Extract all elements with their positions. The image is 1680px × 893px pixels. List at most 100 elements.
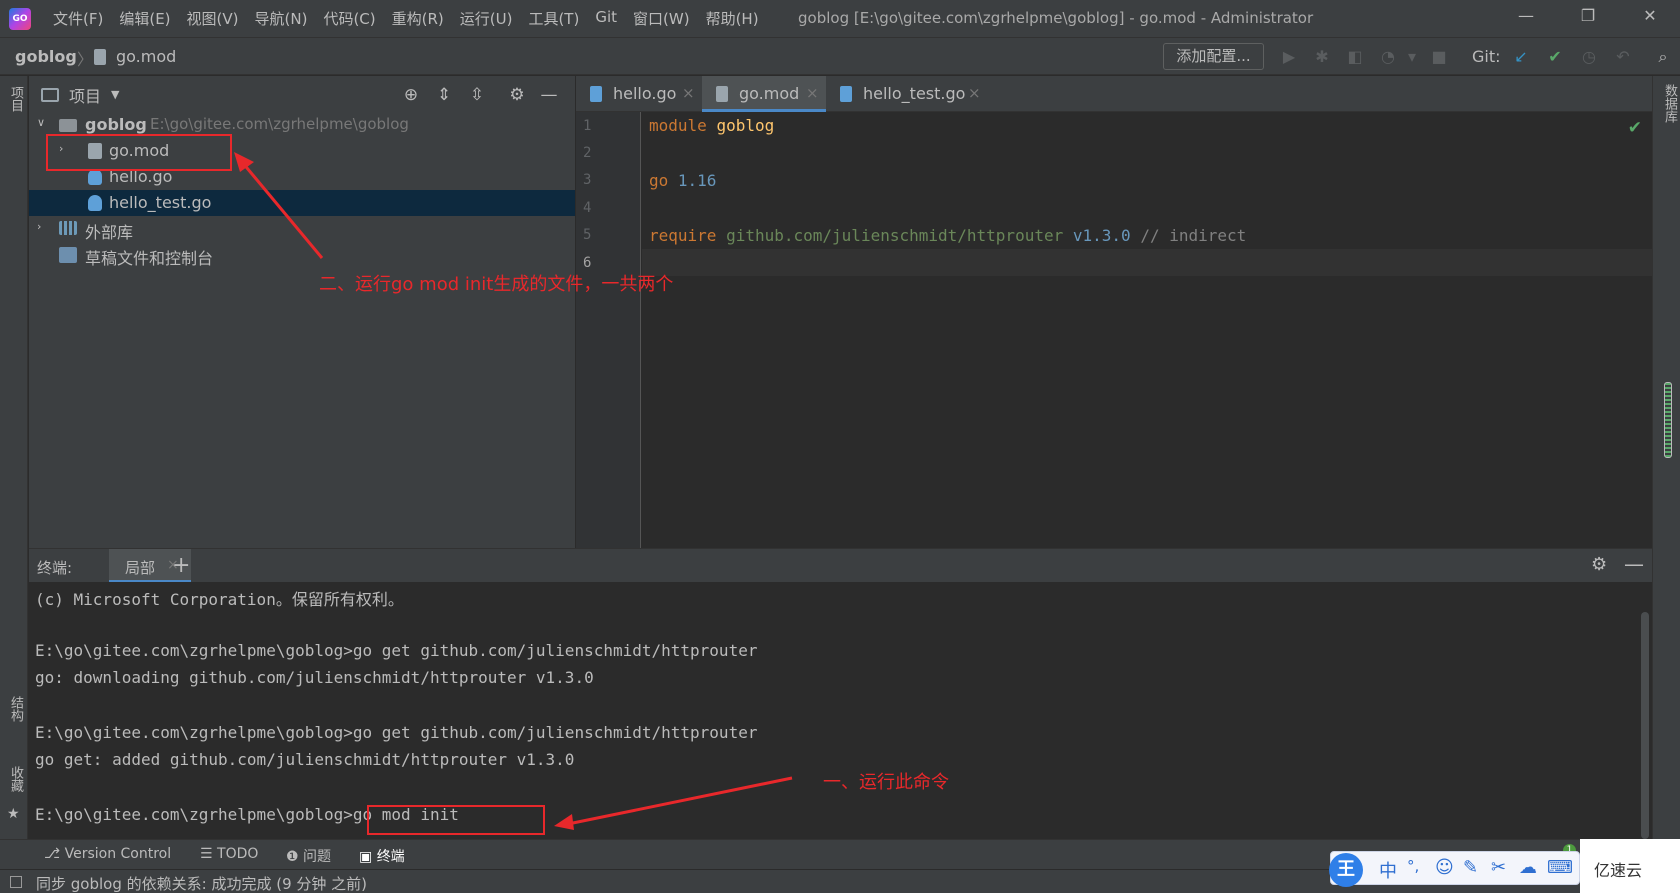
keyword-require: require — [649, 226, 717, 245]
menu-navigate[interactable]: 导航(N) — [247, 8, 316, 29]
gear-icon[interactable]: ⚙ — [1591, 554, 1607, 575]
menu-tools[interactable]: 工具(T) — [520, 8, 587, 29]
go-test-file-icon — [840, 86, 852, 102]
menu-code[interactable]: 代码(C) — [315, 8, 383, 29]
profile-icon[interactable]: ◔ — [1377, 46, 1399, 68]
list-icon: ☰ — [200, 846, 218, 862]
rollback-icon[interactable]: ↶ — [1612, 46, 1634, 68]
expand-all-icon[interactable]: ⇕ — [433, 84, 455, 106]
database-tool-button[interactable]: 数据库 — [1657, 84, 1679, 123]
go-file-icon — [88, 169, 102, 185]
menu-help[interactable]: 帮助(H) — [698, 8, 767, 29]
chevron-down-icon[interactable]: ▾ — [1401, 46, 1423, 68]
tree-item-label: 草稿文件和控制台 — [85, 249, 214, 268]
gomod-file-icon — [716, 86, 728, 102]
library-icon — [59, 221, 77, 235]
current-line-highlight — [642, 249, 1652, 276]
keyboard-icon[interactable]: ⌨ — [1547, 857, 1573, 878]
memory-indicator — [1664, 382, 1672, 458]
terminal-output[interactable]: (c) Microsoft Corporation。保留所有权利。 E:\go\… — [29, 582, 1652, 839]
code-line-5: require github.com/julienschmidt/httprou… — [649, 226, 1246, 245]
close-icon[interactable]: × — [806, 84, 819, 102]
annotation-arrow — [554, 776, 793, 830]
right-tool-stripe: 数据库 — [1652, 76, 1680, 846]
menu-edit[interactable]: 编辑(E) — [111, 8, 178, 29]
code-comment: // indirect — [1140, 226, 1247, 245]
breadcrumb-project[interactable]: goblog — [15, 47, 77, 66]
emoji-icon[interactable]: ☺ — [1435, 857, 1454, 878]
breadcrumb-separator-icon: 〉 — [77, 50, 94, 69]
handwriting-icon[interactable]: ✎ — [1463, 857, 1478, 878]
stop-icon[interactable]: ■ — [1428, 46, 1450, 68]
coverage-icon[interactable]: ◧ — [1344, 46, 1366, 68]
gear-icon[interactable]: ⚙ — [506, 84, 528, 106]
tab-hello-go[interactable]: hello.go × — [576, 76, 702, 112]
code-editor[interactable]: 1 2 3 4 5 6 module goblog go 1.16 requir… — [576, 112, 1652, 548]
ime-logo-icon[interactable]: 王 — [1329, 853, 1363, 887]
structure-tool-button[interactable]: 结构 — [3, 696, 25, 722]
add-terminal-icon[interactable]: + — [172, 553, 190, 578]
project-view-selector[interactable]: 项目 — [69, 83, 101, 107]
menu-git[interactable]: Git — [587, 8, 625, 29]
search-icon[interactable]: ⌕ — [1652, 46, 1674, 68]
chevron-down-icon[interactable]: ∨ — [37, 116, 45, 129]
watermark-text: 亿速云 — [1594, 861, 1643, 880]
close-icon[interactable]: × — [968, 84, 981, 102]
locate-file-icon[interactable]: ⊕ — [400, 84, 422, 106]
menu-view[interactable]: 视图(V) — [179, 8, 247, 29]
chevron-down-icon[interactable]: ▼ — [111, 88, 119, 101]
hide-panel-icon[interactable]: — — [1624, 552, 1644, 576]
keyword-module: module — [649, 116, 707, 135]
terminal-scrollbar[interactable] — [1641, 612, 1649, 839]
todo-tool-button[interactable]: ☰ TODO — [200, 846, 258, 862]
terminal-line: E:\go\gitee.com\zgrhelpme\goblog>go get … — [35, 723, 758, 742]
tab-go-mod[interactable]: go.mod × — [702, 76, 826, 112]
ime-punctuation-icon[interactable]: °, — [1407, 857, 1419, 875]
line-number: 2 — [583, 145, 592, 161]
tree-item-label: 外部库 — [85, 223, 134, 242]
annotation-highlight-box — [367, 805, 545, 835]
tab-label: hello_test.go — [863, 84, 966, 103]
goland-logo-icon: GO — [9, 7, 31, 30]
no-problems-check-icon[interactable]: ✔ — [1628, 118, 1642, 138]
ime-chinese-mode[interactable]: 中 — [1379, 857, 1397, 883]
menu-window[interactable]: 窗口(W) — [625, 8, 698, 29]
terminal-icon: ▣ — [359, 849, 377, 865]
collapse-all-icon[interactable]: ⇳ — [466, 84, 488, 106]
annotation-command-note: 一、运行此命令 — [823, 772, 949, 793]
close-icon[interactable]: ✕ — [1638, 6, 1662, 30]
add-configuration-button[interactable]: 添加配置... — [1163, 43, 1264, 70]
line-number: 4 — [583, 200, 592, 216]
line-number: 5 — [583, 227, 592, 243]
tool-button-label: 终端 — [376, 849, 405, 865]
terminal-line: go get: added github.com/julienschmidt/h… — [35, 750, 575, 769]
cloud-icon[interactable]: ☁ — [1519, 857, 1537, 878]
chevron-right-icon[interactable]: › — [37, 220, 41, 233]
close-icon[interactable]: × — [682, 84, 695, 102]
status-panel-icon[interactable] — [10, 876, 22, 888]
git-commit-icon[interactable]: ✔ — [1544, 46, 1566, 68]
module-version: v1.3.0 — [1072, 226, 1131, 245]
project-tool-button[interactable]: 项目 — [3, 86, 25, 112]
restore-icon[interactable]: ❐ — [1576, 6, 1600, 30]
tree-root-name: goblog — [85, 115, 147, 134]
menu-refactor[interactable]: 重构(R) — [384, 8, 452, 29]
breadcrumb-file[interactable]: go.mod — [116, 47, 176, 66]
terminal-tool-button[interactable]: ▣ 终端 — [359, 846, 405, 866]
code-line-3: go 1.16 — [649, 171, 716, 190]
minimize-icon[interactable]: — — [1514, 6, 1538, 30]
git-history-icon[interactable]: ◷ — [1578, 46, 1600, 68]
hide-panel-icon[interactable]: — — [538, 84, 560, 106]
scissors-icon[interactable]: ✂ — [1491, 857, 1506, 878]
module-path: github.com/julienschmidt/httprouter — [726, 226, 1064, 245]
menu-file[interactable]: 文件(F) — [45, 8, 111, 29]
favorites-tool-button[interactable]: 收藏 — [3, 766, 25, 792]
menu-run[interactable]: 运行(U) — [452, 8, 521, 29]
line-number: 6 — [583, 255, 592, 271]
git-update-icon[interactable]: ↙ — [1510, 46, 1532, 68]
run-icon[interactable]: ▶ — [1278, 46, 1300, 68]
problems-tool-button[interactable]: ❶ 问题 — [286, 846, 331, 866]
tab-hello-test-go[interactable]: hello_test.go × — [826, 76, 988, 112]
version-control-tool-button[interactable]: ⎇ Version Control — [44, 846, 171, 862]
debug-icon[interactable]: ✱ — [1311, 46, 1333, 68]
